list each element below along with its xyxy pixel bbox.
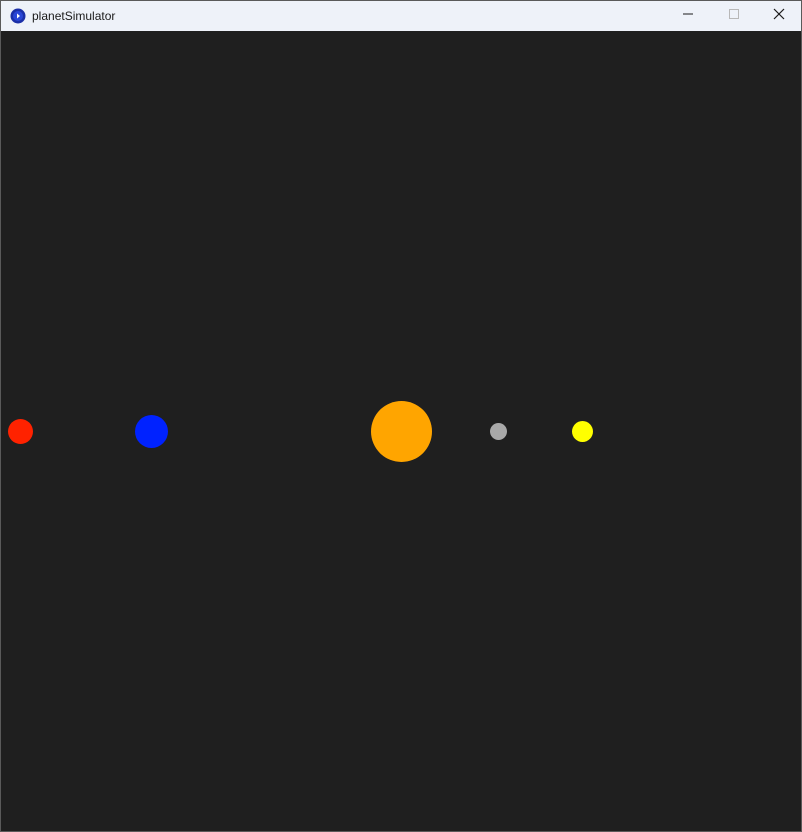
close-icon (773, 7, 785, 25)
title-bar[interactable]: planetSimulator (1, 1, 801, 31)
window-title: planetSimulator (32, 9, 116, 23)
blue-planet (135, 415, 168, 448)
app-window: planetSimulator (0, 0, 802, 832)
close-button[interactable] (756, 1, 802, 31)
simulation-canvas[interactable] (1, 31, 801, 831)
yellow-planet (572, 421, 593, 442)
maximize-icon (728, 7, 740, 25)
minimize-button[interactable] (665, 1, 711, 31)
minimize-icon (682, 7, 694, 25)
red-planet (8, 419, 33, 444)
app-logo-icon (10, 8, 26, 24)
gray-planet (490, 423, 507, 440)
sun (371, 401, 432, 462)
maximize-button[interactable] (711, 1, 757, 31)
